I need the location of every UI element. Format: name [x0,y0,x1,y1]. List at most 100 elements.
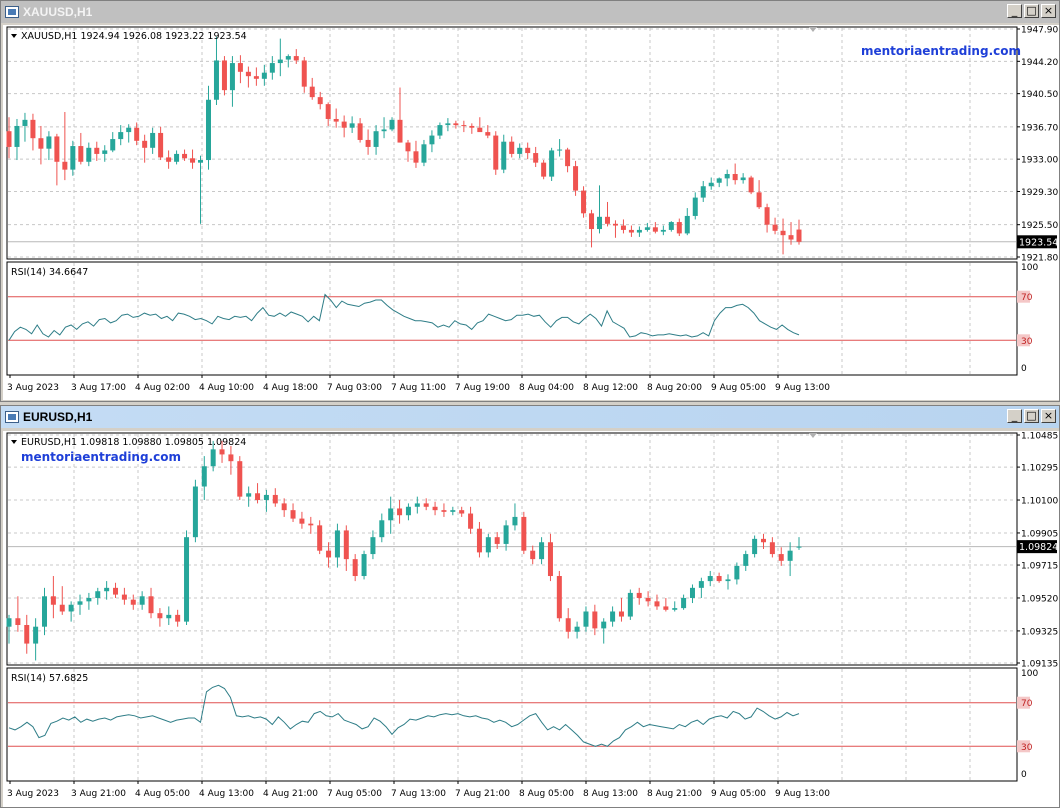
maximize-button[interactable]: □ [1024,409,1039,423]
bull-candle [539,542,545,560]
bull-candle [370,537,376,555]
price-tick-label: 1940.50 [1021,90,1058,100]
rsi-label: RSI(14) 57.6825 [11,673,88,684]
window-titlebar[interactable]: XAUUSD,H1 _ □ × [1,1,1059,23]
minimize-button[interactable]: _ [1007,4,1022,18]
time-tick-label: 3 Aug 21:00 [71,789,126,799]
bear-candle [54,136,60,162]
bull-candle [681,597,687,609]
price-tick-label: 1.09905 [1021,529,1058,539]
bear-candle [299,518,305,524]
bull-candle [277,59,283,64]
bear-candle [94,147,100,154]
minimize-button[interactable]: _ [1007,409,1022,423]
bull-candle [118,132,124,140]
bear-candle [333,118,339,122]
bear-candle [432,506,438,511]
bull-candle [660,229,666,232]
bull-candle [574,626,580,632]
bull-candle [33,626,39,644]
price-tick-label: 1947.90 [1021,26,1058,36]
bear-candle [245,71,251,77]
bear-candle [477,127,483,133]
bear-candle [780,230,786,236]
window-titlebar[interactable]: EURUSD,H1 _ □ × [1,406,1059,428]
bear-candle [612,223,618,226]
bull-candle [429,135,435,145]
bear-candle [78,146,84,162]
xauusd-chart-area[interactable]: 1947.90 1944.20 1940.50 1936.70 1933.00 1929.… [3,25,1059,400]
bear-candle [352,559,358,577]
bear-candle [365,139,371,147]
bull-candle [150,132,156,148]
time-tick-label: 3 Aug 17:00 [71,383,126,393]
bull-candle [787,550,793,561]
bear-candle [645,597,651,602]
bear-candle [397,508,403,516]
time-tick-label: 4 Aug 13:00 [199,789,254,799]
bull-candle [198,160,204,163]
close-button[interactable]: × [1041,4,1056,18]
bear-candle [604,216,610,224]
bear-candle [301,60,307,87]
time-tick-label: 8 Aug 05:00 [519,789,574,799]
bull-candle [636,229,642,233]
bear-candle [525,147,531,154]
bull-candle [445,123,451,126]
last-price-value: 1.09824 [1019,542,1058,553]
price-tick-label: 1921.80 [1021,254,1058,264]
bull-candle [246,493,252,497]
bear-candle [182,153,188,159]
bull-candle [601,621,607,629]
bear-candle [547,542,553,577]
bear-candle [423,503,429,507]
bear-candle [493,135,499,170]
bear-candle [308,523,314,526]
bear-candle [290,510,296,519]
bear-candle [130,599,136,605]
bull-candle [285,56,291,60]
bear-candle [15,618,21,625]
time-tick-label: 8 Aug 20:00 [647,383,702,393]
price-tick-label: 1.10485 [1021,432,1058,442]
bull-candle [503,525,509,544]
bull-candle [692,197,698,216]
bear-candle [748,177,754,193]
bull-candle [389,119,395,130]
eurusd-chart-area[interactable]: 1.10485 1.10295 1.10100 1.09905 1.09715 1.095… [3,431,1059,807]
bull-candle [557,149,563,151]
bear-candle [589,213,595,230]
bull-candle [752,538,758,555]
close-button[interactable]: × [1041,409,1056,423]
bear-candle [732,174,738,181]
bull-candle [381,129,387,132]
bull-candle [334,530,340,558]
bear-candle [788,235,794,240]
bear-candle [121,594,127,600]
bull-candle [269,63,275,73]
xauusd-chart-window[interactable]: XAUUSD,H1 _ □ × 1947.90 1944.20 1940.50 193… [0,0,1060,402]
bull-candle [689,587,695,598]
bear-candle [237,461,243,497]
time-tick-label: 7 Aug 13:00 [391,789,446,799]
bear-candle [716,576,722,582]
maximize-button[interactable]: □ [1024,4,1039,18]
bull-candle [95,591,101,598]
bull-candle [388,508,394,521]
bull-candle [263,494,269,501]
price-tick-label: 1936.70 [1021,123,1058,133]
bear-candle [166,157,172,162]
bull-candle [139,596,145,605]
bear-candle [764,207,770,225]
price-tick-label: 1.09715 [1021,562,1058,572]
bull-candle [70,146,76,170]
bear-candle [148,596,154,614]
bull-candle [361,554,367,577]
chart-background [3,431,1059,807]
bull-candle [42,596,48,627]
bull-candle [517,147,523,154]
time-tick-label: 4 Aug 21:00 [263,789,318,799]
time-tick-label: 9 Aug 13:00 [775,383,830,393]
eurusd-chart-window[interactable]: EURUSD,H1 _ □ × 1.10485 1.10295 1.10100 1.0… [0,405,1060,808]
time-tick-label: 7 Aug 05:00 [327,789,382,799]
